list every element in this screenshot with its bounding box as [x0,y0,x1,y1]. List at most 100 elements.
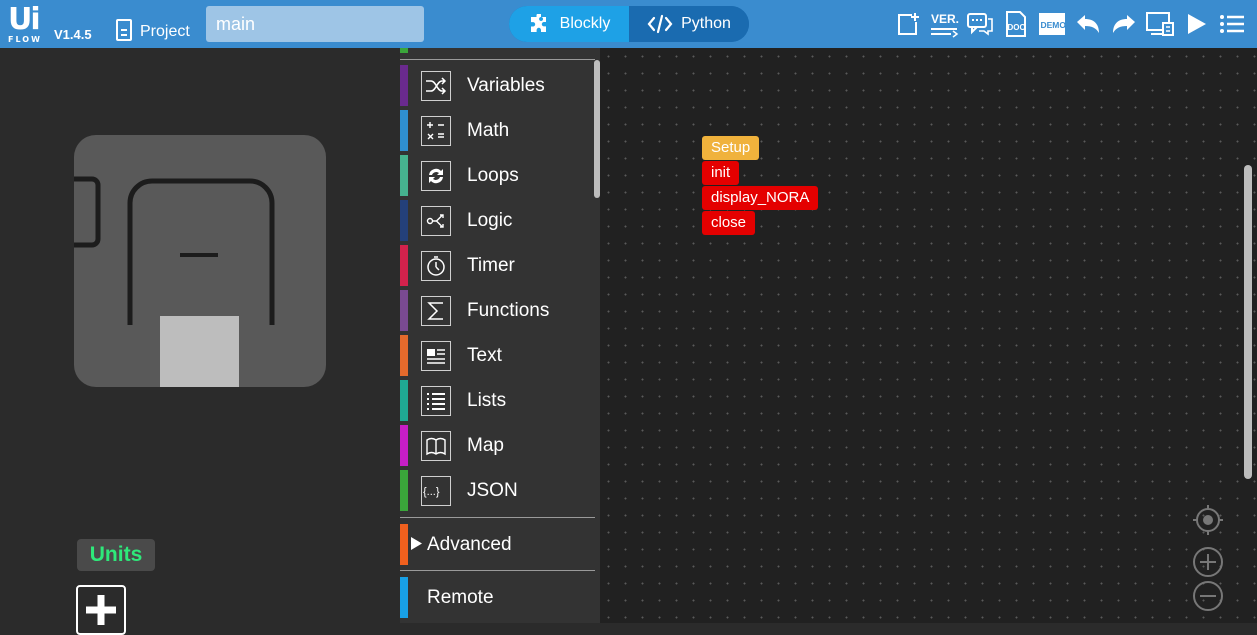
add-unit-button[interactable] [76,585,126,635]
category-label: Math [467,119,510,141]
logic-icon [421,206,451,236]
toolbar-icons: VER. DOC DEMO [890,0,1250,48]
category-color-bar [400,335,408,376]
category-advanced[interactable]: Advanced [400,522,595,567]
project-button[interactable]: Project [116,13,190,41]
puzzle-icon [530,14,546,32]
sigma-icon [421,296,451,326]
category-color-bar [400,65,408,106]
editor-mode-toggle: Blockly Python [509,6,749,42]
category-label: Remote [427,586,494,608]
category-label: Map [467,434,504,456]
list-icon [421,386,451,416]
units-label: Units [77,539,155,571]
toolbox-divider-top [400,59,595,60]
toolbox-divider-advanced [400,517,595,518]
previous-category-bar [400,48,408,53]
category-color-bar [400,200,408,241]
category-logic[interactable]: Logic [400,198,595,243]
redo-icon[interactable] [1106,6,1142,42]
category-color-bar [400,380,408,421]
category-math[interactable]: Math [400,108,595,153]
category-label: Timer [467,254,515,276]
category-label: Loops [467,164,519,186]
category-color-bar [400,290,408,331]
blockly-label: Blockly [559,15,611,32]
close-block-label: close [711,214,747,231]
tab-blockly[interactable]: Blockly [509,6,629,42]
init-block-label: init [711,164,731,181]
category-color-bar [400,577,408,618]
category-color-bar [400,110,408,151]
doc-icon[interactable]: DOC [998,6,1034,42]
category-map[interactable]: Map [400,423,595,468]
workspace-scrollbar[interactable] [1244,165,1252,479]
category-loops[interactable]: Loops [400,153,595,198]
setup-block[interactable]: Setup [702,136,760,160]
block-toolbox: Variables Math Loops Logic Timer Functions Tex… [400,48,600,623]
uiflow-logo: Ui FLOW [8,2,48,45]
document-icon [116,19,132,41]
version-icon[interactable]: VER. [926,6,962,42]
file-name-input[interactable] [206,6,424,42]
logo-text: Ui [8,2,41,37]
zoom-in-icon[interactable] [1192,546,1224,583]
category-label: Variables [467,74,545,96]
category-label: JSON [467,479,518,501]
json-icon-text: {...} [423,486,440,498]
menu-icon[interactable] [1214,6,1250,42]
device-screen-icon[interactable] [1142,6,1178,42]
zoom-out-icon[interactable] [1192,580,1224,617]
category-text[interactable]: Text [400,333,595,378]
json-icon: {...} [421,476,451,506]
device-panel: Units [0,48,400,635]
category-json[interactable]: {...} JSON [400,468,595,513]
comments-icon[interactable] [962,6,998,42]
category-variables[interactable]: Variables [400,63,595,108]
close-block[interactable]: close [702,211,756,235]
display-block[interactable]: display_NORA [702,186,819,210]
expand-triangle-icon [411,537,422,550]
version-label: V1.4.5 [54,27,92,42]
category-color-bar [400,155,408,196]
toolbox-divider-remote [400,570,595,571]
logo-subtext: FLOW [8,35,42,44]
timer-icon [421,251,451,281]
loop-icon [421,161,451,191]
code-icon [647,14,673,34]
version-icon-text: VER. [931,12,959,26]
category-color-bar [400,470,408,511]
setup-block-label: Setup [711,139,751,156]
category-color-bar [400,425,408,466]
category-timer[interactable]: Timer [400,243,595,288]
blockly-workspace[interactable]: Setup init display_NORA close [600,48,1257,623]
category-color-bar [400,524,408,565]
top-bar: Ui FLOW V1.4.5 Project Blockly Python VE… [0,0,1257,48]
recenter-icon[interactable] [1192,504,1224,541]
tab-python[interactable]: Python [629,6,749,42]
text-icon [421,341,451,371]
device-body-icon [61,176,275,387]
category-remote[interactable]: Remote [400,575,595,620]
category-label: Functions [467,299,550,321]
category-label: Logic [467,209,513,231]
math-icon [421,116,451,146]
new-file-icon[interactable] [890,6,926,42]
map-icon [421,431,451,461]
category-functions[interactable]: Functions [400,288,595,333]
python-label: Python [681,15,731,32]
init-block[interactable]: init [702,161,740,185]
project-label: Project [140,23,190,40]
category-lists[interactable]: Lists [400,378,595,423]
display-block-label: display_NORA [711,189,810,206]
undo-icon[interactable] [1070,6,1106,42]
doc-icon-text: DOC [1008,23,1026,32]
demo-icon-text: DEMO [1041,20,1067,30]
device-preview[interactable] [61,135,326,387]
run-icon[interactable] [1178,6,1214,42]
category-label: Advanced [427,533,512,555]
category-label: Text [467,344,502,366]
category-color-bar [400,245,408,286]
demo-icon[interactable]: DEMO [1034,6,1070,42]
shuffle-icon [421,71,451,101]
